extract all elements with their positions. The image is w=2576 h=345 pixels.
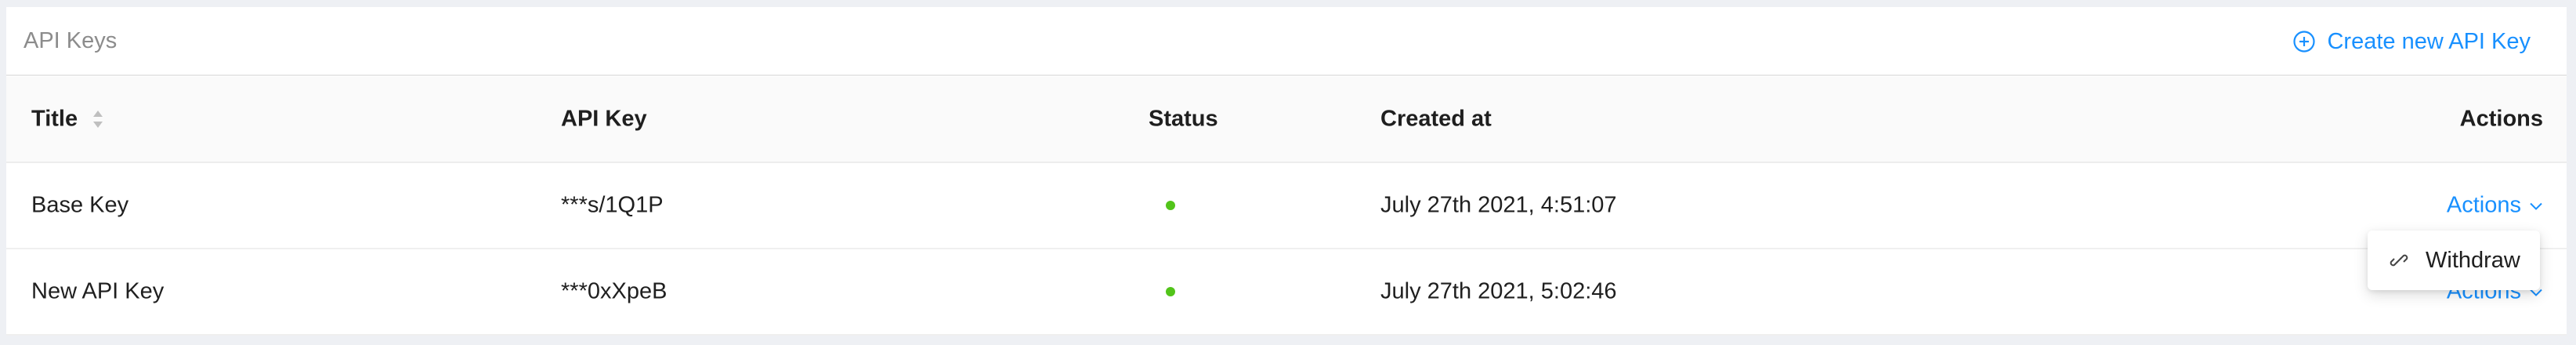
actions-label: Actions (2446, 192, 2521, 218)
created-at: July 27th 2021, 5:02:46 (1380, 278, 1617, 304)
status-dot-icon (1166, 287, 1175, 296)
column-header-status: Status (1149, 106, 1218, 132)
page-title: API Keys (24, 28, 118, 53)
column-header-api-key: API Key (561, 106, 647, 132)
sort-icon[interactable] (91, 107, 105, 131)
status-dot-icon (1166, 201, 1175, 210)
actions-dropdown-menu: Withdraw (2368, 231, 2540, 290)
key-value: ***0xXpeB (561, 278, 668, 304)
column-header-actions: Actions (2459, 106, 2543, 132)
key-title: Base Key (31, 192, 129, 218)
withdraw-label: Withdraw (2426, 247, 2520, 273)
create-api-key-button[interactable]: Create new API Key (2292, 27, 2531, 56)
key-title: New API Key (31, 278, 165, 304)
create-api-key-label: Create new API Key (2327, 28, 2531, 54)
column-header-created-at: Created at (1380, 106, 1492, 132)
key-value: ***s/1Q1P (561, 192, 664, 218)
column-header-title[interactable]: Title (31, 107, 78, 133)
withdraw-menu-item[interactable]: Withdraw (2368, 248, 2520, 274)
table-header-row: Title API Key Status Created at Actions (6, 77, 2567, 163)
created-at: July 27th 2021, 4:51:07 (1380, 192, 1617, 218)
table-row: Base Key ***s/1Q1P July 27th 2021, 4:51:… (6, 163, 2567, 249)
actions-dropdown-trigger[interactable]: Actions (2447, 193, 2543, 219)
plus-circle-icon (2293, 31, 2316, 53)
api-keys-table: Title API Key Status Created at Actions … (6, 77, 2567, 336)
table-row: New API Key ***0xXpeB July 27th 2021, 5:… (6, 249, 2567, 336)
card-header: API Keys Create new API Key (6, 7, 2567, 76)
unlink-icon (2390, 254, 2408, 267)
chevron-down-icon (2530, 202, 2542, 210)
api-keys-card: API Keys Create new API Key Title API Ke… (6, 7, 2567, 336)
